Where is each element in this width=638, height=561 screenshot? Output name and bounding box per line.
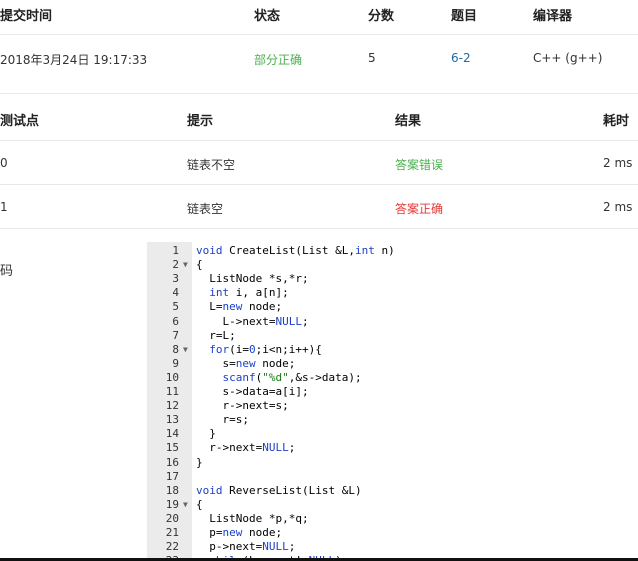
fold-toggle-icon[interactable]: ▼ [183,498,188,512]
line-number: 20 [165,511,179,525]
code-text: p->next=NULL; [196,540,296,554]
submit-time: 2018年3月24日 19:17:33 [0,53,148,67]
test-case-result: 答案正确 [395,202,444,216]
code-line: 6 L->next=NULL; [147,315,638,329]
code-text: r->next=NULL; [196,441,296,455]
test-case-result: 答案错误 [395,158,444,172]
code-line: 19 ▼ { [147,498,638,512]
test-case-hint: 链表不空 [187,158,236,172]
test-case-id: 1 [0,200,8,214]
header-result: 结果 [395,114,422,129]
status-badge: 部分正确 [254,53,303,67]
line-number: 7 [172,328,179,342]
code-text: L=new node; [196,300,283,314]
code-text: r=s; [196,413,249,427]
line-number: 5 [172,300,179,314]
code-line: 21 p=new node; [147,526,638,540]
header-submit-time: 提交时间 [0,9,53,24]
code-text: ListNode *s,*r; [196,272,309,286]
code-text: for(i=0;i<n;i++){ [209,342,322,356]
code-text: int i, a[n]; [209,286,289,300]
divider [0,184,638,185]
code-line: 5 L=new node; [147,300,638,314]
line-number: 12 [165,399,179,413]
header-problem: 题目 [451,9,478,24]
header-compiler: 编译器 [533,9,573,24]
line-number: 4 [172,286,179,300]
line-number: 2 [172,258,179,272]
code-line: 12 r->next=s; [147,399,638,413]
code-line: 13 r=s; [147,413,638,427]
code-text: scanf("%d",&s->data); [222,370,362,384]
code-text: s=new node; [196,356,296,370]
header-elapsed: 耗时 [603,114,630,129]
code-line: 2 ▼ { [147,258,638,272]
code-line: 3 ListNode *s,*r; [147,272,638,286]
line-number: 10 [165,370,179,384]
code-text: r->next=s; [196,399,289,413]
score-value: 5 [368,51,376,65]
code-line: 8 ▼ for(i=0;i<n;i++){ [147,343,638,357]
line-number: 9 [172,356,179,370]
code-line: 7 r=L; [147,329,638,343]
code-text: void CreateList(List &L,int n) [196,244,395,257]
code-line: 11 s->data=a[i]; [147,385,638,399]
line-number: 8 [172,342,179,356]
code-text: p=new node; [196,526,283,539]
code-line: 4 int i, a[n]; [147,286,638,300]
header-test-case: 测试点 [0,114,40,129]
code-line: 22 p->next=NULL; [147,540,638,554]
problem-link[interactable]: 6-2 [451,51,471,65]
code-line: 16} [147,456,638,470]
code-line: 18 void ReverseList(List &L) [147,484,638,498]
code-text: s->data=a[i]; [196,385,309,398]
line-number: 11 [165,385,179,398]
line-number: 15 [165,441,179,455]
divider [0,140,638,141]
code-text: { [196,258,203,272]
line-number: 18 [165,483,179,497]
line-number: 22 [165,540,179,554]
code-text: { [196,497,203,511]
code-line: 20 ListNode *p,*q; [147,512,638,526]
divider [0,93,638,94]
fold-toggle-icon[interactable]: ▼ [183,258,188,272]
line-number: 17 [165,469,179,483]
divider [0,228,638,229]
line-number: 14 [165,427,179,441]
header-score: 分数 [368,9,395,24]
code-line: 15 r->next=NULL; [147,441,638,455]
code-label: 码 [0,264,14,279]
header-hint: 提示 [187,114,214,129]
line-number: 16 [165,455,179,469]
line-number: 19 [165,497,179,511]
test-case-id: 0 [0,156,8,170]
code-text: r=L; [196,328,236,342]
divider [0,34,638,35]
line-number: 3 [172,272,179,286]
code-text: } [196,427,216,441]
test-case-time: 2 ms [603,200,633,214]
line-number: 6 [172,314,179,328]
code-line: 14 } [147,427,638,441]
code-text: ListNode *p,*q; [196,511,309,525]
test-case-hint: 链表空 [187,202,224,216]
code-text: L->next=NULL; [196,314,309,328]
code-text: } [196,455,203,469]
code-text: void ReverseList(List &L) [196,483,362,497]
line-number: 13 [165,413,179,427]
header-status: 状态 [254,9,281,24]
compiler-value: C++ (g++) [533,51,603,65]
code-line: 9 s=new node; [147,357,638,371]
fold-toggle-icon[interactable]: ▼ [183,343,188,357]
code-editor[interactable]: 1 void CreateList(List &L,int n) 2 ▼ {3 List… [147,242,638,558]
line-number: 1 [172,244,179,257]
test-case-time: 2 ms [603,156,633,170]
code-line: 1 void CreateList(List &L,int n) [147,244,638,258]
code-line: 17 [147,470,638,484]
line-number: 21 [165,526,179,539]
code-line: 10 scanf("%d",&s->data); [147,371,638,385]
